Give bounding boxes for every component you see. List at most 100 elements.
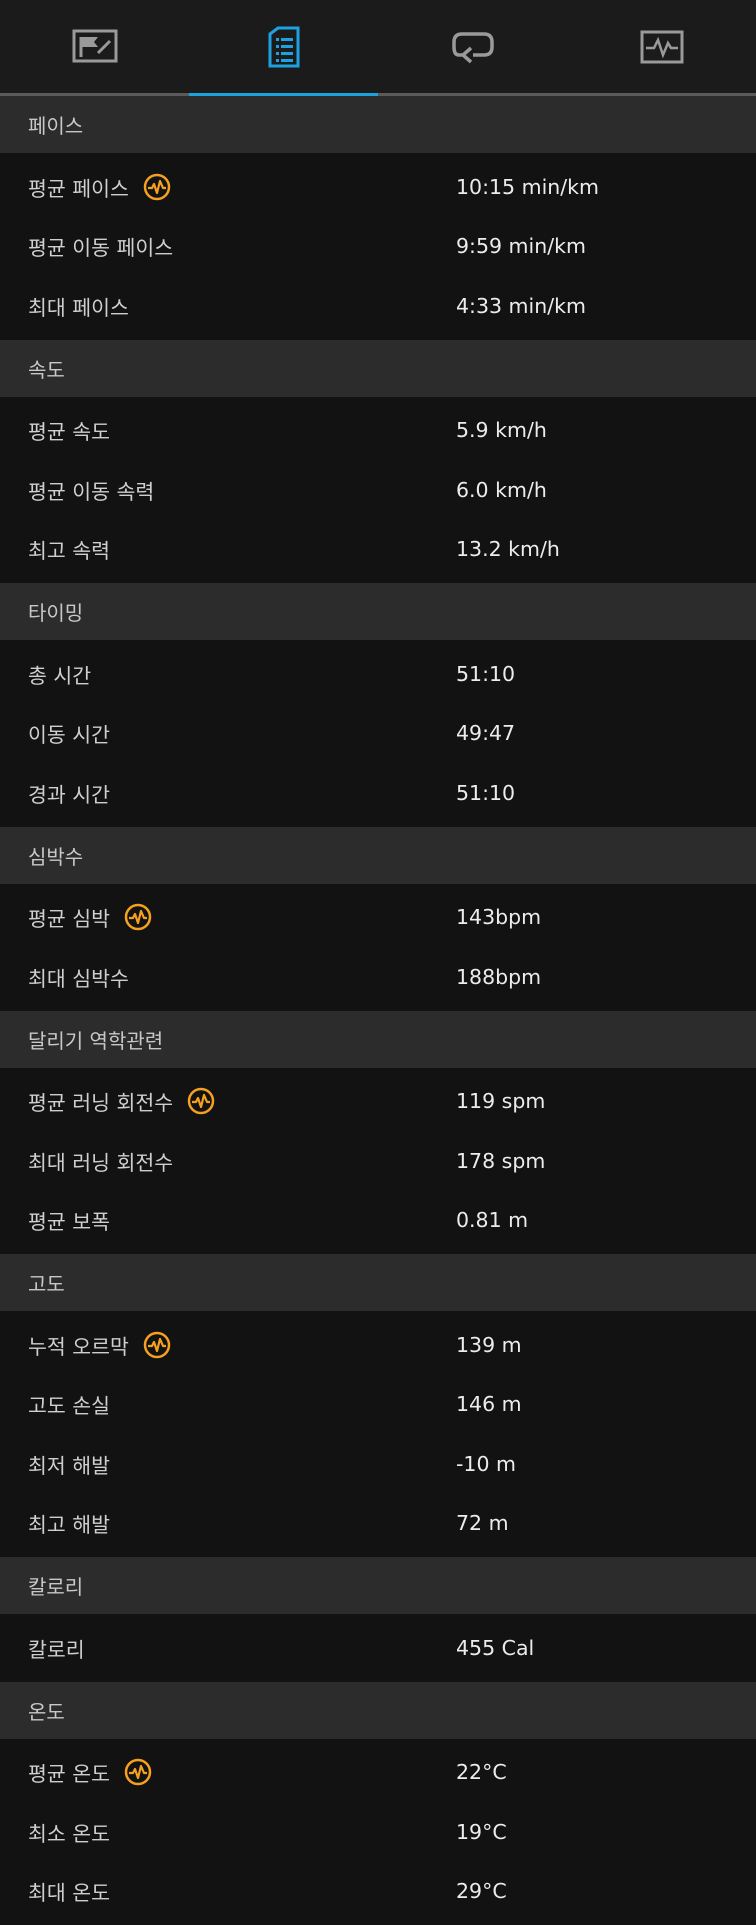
laps-loop-icon — [451, 29, 495, 65]
stats-section: 달리기 역학관련평균 러닝 회전수 119 spm최대 러닝 회전수178 sp… — [0, 1011, 756, 1255]
stat-label: 고도 손실 — [28, 1389, 110, 1419]
stats-section: 온도평균 온도 22°C최소 온도19°C최대 온도29°C — [0, 1682, 756, 1925]
stat-label: 경과 시간 — [28, 778, 110, 808]
stat-row: 최대 러닝 회전수178 spm — [0, 1131, 756, 1191]
section-header: 고도 — [0, 1254, 756, 1311]
stats-section: 고도누적 오르막 139 m고도 손실146 m최저 해발-10 m최고 해발7… — [0, 1254, 756, 1557]
chart-monitor-icon — [640, 30, 684, 64]
stat-label-cell: 고도 손실 — [0, 1389, 456, 1419]
stat-label-cell: 최소 온도 — [0, 1817, 456, 1847]
stat-row: 경과 시간 51:10 — [0, 763, 756, 823]
stats-section: 속도평균 속도5.9 km/h평균 이동 속력6.0 km/h최고 속력13.2… — [0, 340, 756, 584]
stat-label-cell: 평균 이동 속력 — [0, 475, 456, 505]
stat-label-cell: 칼로리 — [0, 1633, 456, 1663]
stat-row: 평균 이동 속력 6.0 km/h — [0, 460, 756, 520]
stat-value: 49:47 — [456, 721, 515, 745]
map-flag-icon — [72, 29, 118, 65]
tab-details[interactable] — [189, 0, 378, 93]
tab-laps[interactable] — [378, 0, 567, 93]
stat-label-cell: 평균 온도 — [0, 1757, 456, 1787]
stat-label-cell: 이동 시간 — [0, 718, 456, 748]
stat-value: 455 Cal — [456, 1636, 534, 1660]
stat-row: 평균 심박 143bpm — [0, 888, 756, 948]
section-header: 타이밍 — [0, 583, 756, 640]
stat-label-cell: 최대 심박수 — [0, 962, 456, 992]
stat-label: 최대 러닝 회전수 — [28, 1146, 173, 1176]
stat-label: 누적 오르막 — [28, 1330, 129, 1360]
stat-row: 평균 페이스 10:15 min/km — [0, 157, 756, 217]
stats-section: 칼로리칼로리455 Cal — [0, 1557, 756, 1682]
stat-label-cell: 최고 해발 — [0, 1508, 456, 1538]
stat-label-cell: 경과 시간 — [0, 778, 456, 808]
tab-map[interactable] — [0, 0, 189, 93]
stat-label-cell: 평균 페이스 — [0, 172, 456, 202]
stat-value: 29°C — [456, 1879, 507, 1903]
stat-label-cell: 평균 러닝 회전수 — [0, 1086, 456, 1116]
stats-section: 타이밍총 시간 51:10 이동 시간49:47 경과 시간 51:10 — [0, 583, 756, 827]
section-header: 달리기 역학관련 — [0, 1011, 756, 1068]
stat-value: 146 m — [456, 1392, 522, 1416]
stats-section: 페이스평균 페이스 10:15 min/km 평균 이동 페이스 9:59 min/… — [0, 96, 756, 340]
stat-value: 51:10 — [456, 781, 515, 805]
stat-value: 9:59 min/km — [456, 234, 586, 258]
stat-value: 139 m — [456, 1333, 522, 1357]
stat-label-cell: 평균 속도 — [0, 415, 456, 445]
stat-label: 평균 보폭 — [28, 1205, 110, 1235]
stat-value: 143bpm — [456, 905, 541, 929]
stat-label-cell: 총 시간 — [0, 659, 456, 689]
stat-value: 13.2 km/h — [456, 537, 560, 561]
stat-row: 총 시간 51:10 — [0, 644, 756, 704]
stat-label: 총 시간 — [28, 659, 91, 689]
stat-row: 최대 심박수 188bpm — [0, 947, 756, 1007]
stat-row: 평균 보폭0.81 m — [0, 1191, 756, 1251]
stat-row: 칼로리455 Cal — [0, 1618, 756, 1678]
stat-label-cell: 평균 이동 페이스 — [0, 231, 456, 261]
stat-value: 72 m — [456, 1511, 509, 1535]
activity-trend-icon[interactable] — [124, 903, 152, 931]
stat-row: 최고 해발72 m — [0, 1494, 756, 1554]
stat-row: 이동 시간49:47 — [0, 704, 756, 764]
stat-value: 51:10 — [456, 662, 515, 686]
tab-bar — [0, 0, 756, 96]
stat-label: 평균 이동 속력 — [28, 475, 154, 505]
section-header: 페이스 — [0, 96, 756, 153]
stat-label-cell: 최대 페이스 — [0, 291, 456, 321]
activity-trend-icon[interactable] — [143, 1331, 171, 1359]
stat-row: 누적 오르막 139 m — [0, 1315, 756, 1375]
stat-value: 6.0 km/h — [456, 478, 547, 502]
section-header: 심박수 — [0, 827, 756, 884]
document-list-icon — [268, 26, 300, 68]
section-header: 속도 — [0, 340, 756, 397]
stat-row: 최대 페이스4:33 min/km — [0, 276, 756, 336]
stat-label-cell: 최고 속력 — [0, 534, 456, 564]
stat-label: 평균 러닝 회전수 — [28, 1086, 173, 1116]
stat-label: 평균 온도 — [28, 1757, 110, 1787]
stat-value: 19°C — [456, 1820, 507, 1844]
stat-row: 평균 온도 22°C — [0, 1743, 756, 1803]
stat-value: -10 m — [456, 1452, 516, 1476]
activity-trend-icon[interactable] — [143, 173, 171, 201]
tab-charts[interactable] — [567, 0, 756, 93]
stat-label: 최고 속력 — [28, 534, 110, 564]
activity-trend-icon[interactable] — [124, 1758, 152, 1786]
stat-row: 평균 러닝 회전수 119 spm — [0, 1072, 756, 1132]
stat-label-cell: 최저 해발 — [0, 1449, 456, 1479]
activity-trend-icon[interactable] — [187, 1087, 215, 1115]
stat-label: 최소 온도 — [28, 1817, 110, 1847]
stat-value: 119 spm — [456, 1089, 545, 1113]
stat-value: 188bpm — [456, 965, 541, 989]
stats-section: 심박수평균 심박 143bpm 최대 심박수 188bpm — [0, 827, 756, 1011]
stat-value: 4:33 min/km — [456, 294, 586, 318]
stat-label: 평균 페이스 — [28, 172, 129, 202]
stat-label: 최저 해발 — [28, 1449, 110, 1479]
stat-label: 평균 이동 페이스 — [28, 231, 173, 261]
stat-row: 고도 손실 146 m — [0, 1375, 756, 1435]
stat-label: 평균 속도 — [28, 415, 110, 445]
stat-label-cell: 평균 보폭 — [0, 1205, 456, 1235]
stat-row: 최저 해발 -10 m — [0, 1434, 756, 1494]
stat-label: 최대 심박수 — [28, 962, 129, 992]
stat-value: 22°C — [456, 1760, 507, 1784]
stat-row: 최고 속력 13.2 km/h — [0, 520, 756, 580]
stat-label-cell: 최대 온도 — [0, 1876, 456, 1906]
stat-label-cell: 최대 러닝 회전수 — [0, 1146, 456, 1176]
